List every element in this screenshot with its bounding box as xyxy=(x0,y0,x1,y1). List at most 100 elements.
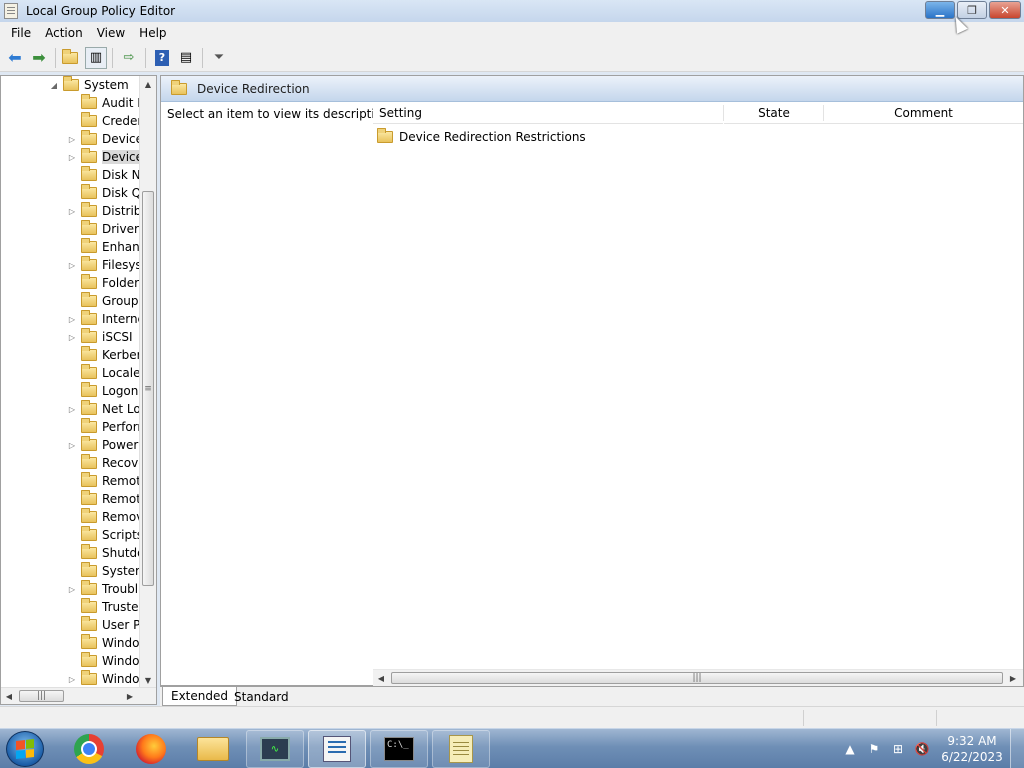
tree-item[interactable]: ▷ Interne xyxy=(67,310,145,328)
tree-vertical-scrollbar[interactable]: ▲ ≡ ▼ xyxy=(139,76,156,688)
taskbar-group-policy-editor[interactable] xyxy=(308,730,366,768)
scroll-down-icon[interactable]: ▼ xyxy=(140,672,156,688)
show-hide-tree-button[interactable]: ▥ xyxy=(85,46,107,69)
scroll-right-icon[interactable]: ▶ xyxy=(122,688,138,704)
scroll-thumb[interactable]: ||| xyxy=(391,672,1003,684)
tree-item[interactable]: ▷ Distrib xyxy=(67,202,141,220)
tree-item[interactable]: Scripts xyxy=(67,526,143,544)
folder-icon xyxy=(81,652,97,667)
close-button[interactable]: ✕ xyxy=(989,1,1021,19)
column-header-comment[interactable]: Comment xyxy=(824,102,1023,124)
tree-item[interactable]: Creden xyxy=(67,112,145,130)
expand-icon[interactable]: ▷ xyxy=(67,153,77,162)
tree-item[interactable]: Trustec xyxy=(67,598,145,616)
expand-icon[interactable]: ▷ xyxy=(67,207,77,216)
start-button[interactable] xyxy=(6,731,44,767)
filter-button[interactable]: ⏷ xyxy=(208,47,230,69)
menu-help[interactable]: Help xyxy=(132,26,173,40)
taskbar-command-prompt[interactable]: C:\_ xyxy=(370,730,428,768)
tree-item[interactable]: ▷ Device xyxy=(67,148,144,166)
tree-item[interactable]: Disk Q xyxy=(67,184,141,202)
expand-icon[interactable]: ▷ xyxy=(67,135,77,144)
up-folder-button[interactable] xyxy=(61,47,83,69)
scroll-right-icon[interactable]: ▶ xyxy=(1005,670,1021,686)
clock[interactable]: 9:32 AM 6/22/2023 xyxy=(934,733,1010,765)
tree-item-label: Disk Q xyxy=(102,186,142,200)
scroll-thumb[interactable]: ||| xyxy=(19,690,64,702)
tree-item[interactable]: ▷ Power xyxy=(67,436,138,454)
status-separator xyxy=(803,710,804,726)
list-horizontal-scrollbar[interactable]: ◀ ||| ▶ xyxy=(373,669,1023,686)
column-header-state[interactable]: State xyxy=(724,102,824,124)
tree-item[interactable]: ▷ Windo xyxy=(67,670,140,688)
tree-item-system[interactable]: ◢ System xyxy=(49,76,129,94)
tree-item[interactable]: Recove xyxy=(67,454,146,472)
tree-item[interactable]: Group xyxy=(67,292,139,310)
tab-standard[interactable]: Standard xyxy=(226,687,297,706)
menu-action[interactable]: Action xyxy=(38,26,90,40)
column-label: Comment xyxy=(894,105,953,120)
expand-icon[interactable]: ▷ xyxy=(67,315,77,324)
back-button[interactable]: ⬅ xyxy=(4,47,26,69)
tree-item[interactable]: ▷ Troubl xyxy=(67,580,138,598)
tree-item[interactable]: ▷ Net Lo xyxy=(67,400,141,418)
taskbar-notepad[interactable] xyxy=(432,730,490,768)
tree-item[interactable]: Disk N xyxy=(67,166,141,184)
tree-item[interactable]: ▷ Filesyst xyxy=(67,256,146,274)
show-hidden-icons-icon[interactable]: ▲ xyxy=(841,740,859,758)
tree-item[interactable]: Remot xyxy=(67,472,141,490)
folder-icon xyxy=(81,238,97,253)
list-item[interactable]: Device Redirection Restrictions xyxy=(377,128,586,146)
menu-view[interactable]: View xyxy=(90,26,132,40)
tree-item[interactable]: Kerber xyxy=(67,346,142,364)
tree-pane[interactable]: ◢ System Audit P Creden ▷ Device ▷ Device Disk… xyxy=(0,75,157,705)
tree-item[interactable]: Audit P xyxy=(67,94,145,112)
tree-item[interactable]: Enhanc xyxy=(67,238,146,256)
tree-item[interactable]: Driver I xyxy=(67,220,146,238)
expand-icon[interactable]: ▷ xyxy=(67,405,77,414)
minimize-button[interactable]: ▁ xyxy=(925,1,955,19)
tree-item[interactable]: ▷ iSCSI xyxy=(67,328,133,346)
tree-item[interactable]: Perforn xyxy=(67,418,145,436)
tree-item[interactable]: Logon xyxy=(67,382,138,400)
menu-file[interactable]: File xyxy=(4,26,38,40)
tree-item[interactable]: System xyxy=(67,562,147,580)
taskbar-monitor[interactable]: ∿ xyxy=(246,730,304,768)
tree-item[interactable]: Remot xyxy=(67,490,141,508)
scroll-left-icon[interactable]: ◀ xyxy=(373,670,389,686)
action-center-icon[interactable]: ⚑ xyxy=(865,740,883,758)
help-button[interactable]: ? xyxy=(151,47,173,69)
expand-icon[interactable]: ▷ xyxy=(67,333,77,342)
folder-icon xyxy=(81,670,97,685)
volume-muted-icon[interactable]: 🔇 xyxy=(913,740,931,758)
tree-item[interactable]: Shutdo xyxy=(67,544,145,562)
taskbar-chrome[interactable] xyxy=(60,730,118,768)
expand-icon[interactable]: ▷ xyxy=(67,675,77,684)
scroll-thumb[interactable]: ≡ xyxy=(142,191,154,586)
column-header-setting[interactable]: Setting xyxy=(373,102,723,124)
tree-item[interactable]: User Pr xyxy=(67,616,145,634)
export-list-button[interactable]: ⇨ xyxy=(118,47,140,69)
tree-item[interactable]: Folder xyxy=(67,274,139,292)
tree-item[interactable]: Remov xyxy=(67,508,143,526)
tree-item[interactable]: Locale xyxy=(67,364,140,382)
tree-item[interactable]: Windo xyxy=(67,652,140,670)
tree-item[interactable]: ▷ Device xyxy=(67,130,143,148)
tree-item[interactable]: Windo xyxy=(67,634,140,652)
expand-icon[interactable]: ▷ xyxy=(67,585,77,594)
properties-button[interactable]: ▤ xyxy=(175,47,197,69)
scroll-left-icon[interactable]: ◀ xyxy=(1,688,17,704)
show-desktop-button[interactable] xyxy=(1010,729,1024,768)
folder-icon xyxy=(81,130,97,145)
tree-horizontal-scrollbar[interactable]: ◀ ||| ▶ xyxy=(1,687,156,704)
expand-icon[interactable]: ▷ xyxy=(67,261,77,270)
collapse-icon[interactable]: ◢ xyxy=(49,81,59,90)
help-icon: ? xyxy=(155,49,169,66)
scroll-up-icon[interactable]: ▲ xyxy=(140,76,156,92)
taskbar-firefox[interactable] xyxy=(122,730,180,768)
forward-button[interactable]: ➡ xyxy=(28,47,50,69)
network-icon[interactable]: ⊞ xyxy=(889,740,907,758)
settings-list[interactable]: Setting State Comment Device Redirection… xyxy=(373,102,1023,686)
taskbar-file-explorer[interactable] xyxy=(184,730,242,768)
expand-icon[interactable]: ▷ xyxy=(67,441,77,450)
